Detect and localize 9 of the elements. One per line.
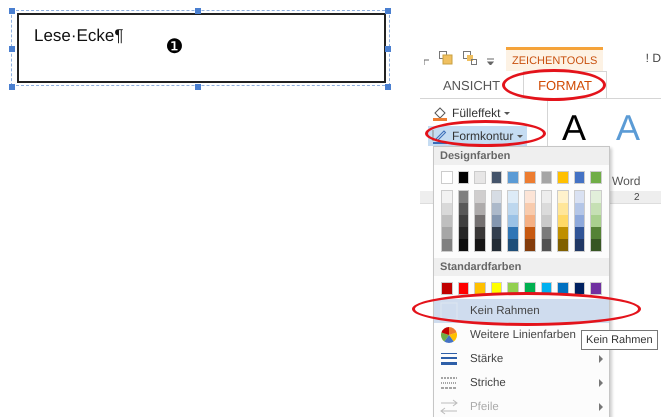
tooltip: Kein Rahmen	[581, 330, 658, 350]
menu-section-header: Standardfarben	[434, 258, 609, 276]
menu-section-header: Designfarben	[434, 147, 609, 165]
group-label: Word	[612, 174, 642, 190]
contextual-tab-label: ZEICHENTOOLS	[506, 47, 604, 71]
callout-number: ❶	[165, 35, 184, 59]
title-fragment: ! D	[646, 51, 661, 65]
text-box-text: Lese·Ecke¶	[34, 26, 124, 46]
ruler-number: 2	[634, 192, 640, 202]
